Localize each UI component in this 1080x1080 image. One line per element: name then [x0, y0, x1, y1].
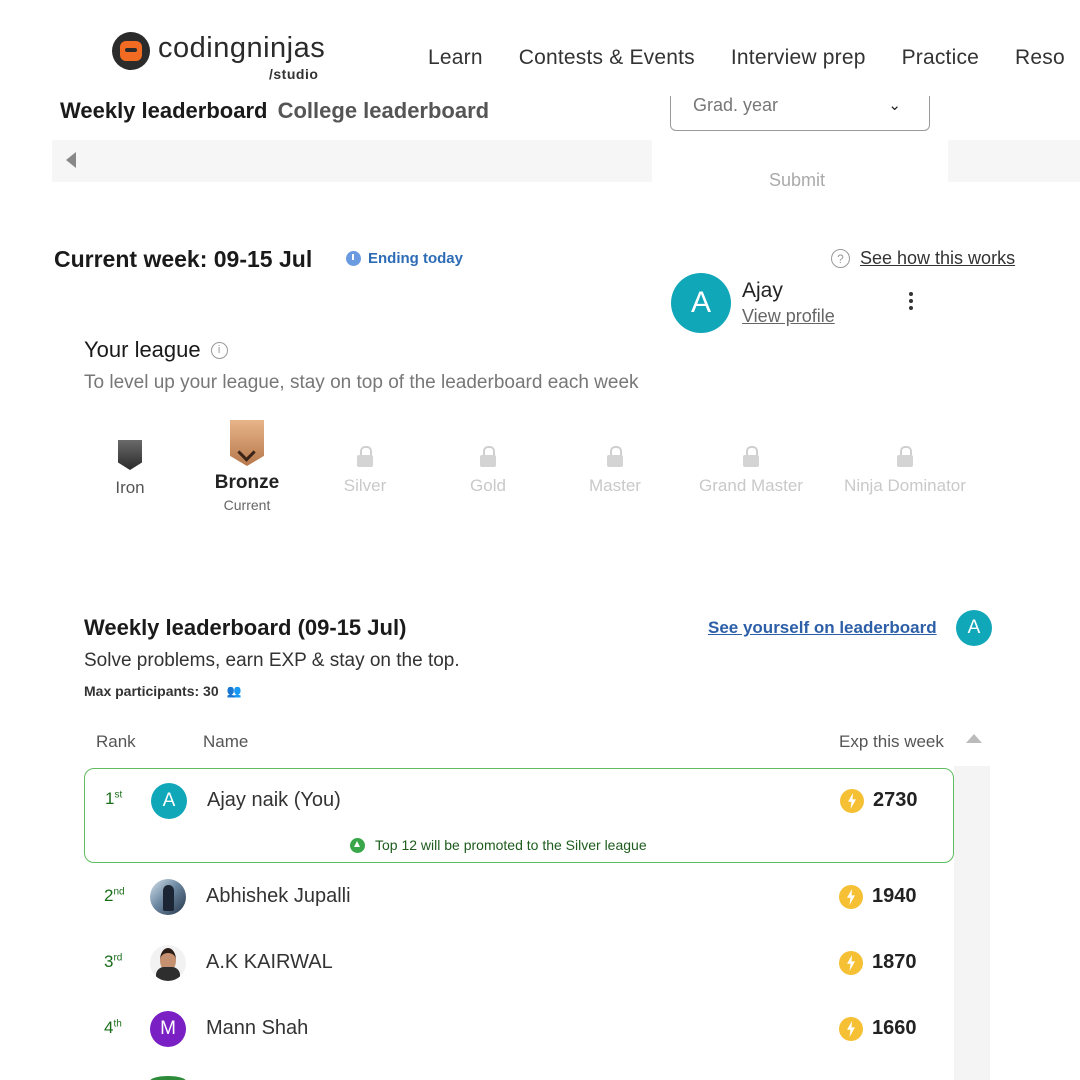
leaderboard-tabs: Weekly leaderboard College leaderboard	[60, 98, 489, 124]
rank-cell: 4th	[104, 1018, 122, 1037]
chevron-down-icon: ⌄	[888, 97, 901, 114]
table-row[interactable]: 4th M Mann Shah 1660	[84, 996, 954, 1062]
tier-label: Silver	[343, 476, 387, 495]
see-yourself-link[interactable]: See yourself on leaderboard	[708, 618, 937, 638]
avatar	[150, 879, 186, 915]
clock-icon	[346, 251, 361, 266]
tier-silver: Silver	[336, 446, 394, 496]
tier-bronze: Bronze Current	[206, 420, 288, 513]
exp-bolt-icon	[839, 951, 863, 975]
grad-year-placeholder: Grad. year	[693, 95, 779, 115]
lock-icon	[479, 446, 497, 468]
tier-current-badge: Current	[223, 497, 271, 513]
submit-button[interactable]: Submit	[769, 170, 825, 191]
table-row[interactable]: 2nd Abhishek Jupalli 1940	[84, 864, 954, 930]
your-league-heading: Your league i	[84, 337, 228, 363]
self-avatar[interactable]: A	[956, 610, 992, 646]
tier-label: Master	[589, 476, 641, 495]
tier-grand-master: Grand Master	[690, 446, 812, 496]
exp-cell: 1870	[872, 951, 917, 973]
help-circle-icon: ?	[831, 249, 850, 268]
exp-cell: 2730	[873, 789, 918, 811]
column-header-exp[interactable]: Exp this week	[839, 732, 944, 752]
nav-links: Learn Contests & Events Interview prep P…	[428, 46, 1080, 70]
ending-status: Ending today	[346, 250, 463, 267]
grad-year-select[interactable]: Grad. year ⌄	[670, 96, 930, 131]
more-options-icon[interactable]	[905, 292, 917, 314]
scroll-left-arrow-icon[interactable]	[66, 152, 76, 168]
ninja-logo-icon	[112, 32, 150, 70]
view-profile-link[interactable]: View profile	[742, 306, 835, 327]
lock-icon	[896, 446, 914, 468]
tab-college-leaderboard[interactable]: College leaderboard	[278, 98, 490, 123]
name-cell: A.K KAIRWAL	[206, 951, 333, 973]
your-league-title: Your league	[84, 337, 201, 362]
rank-cell: 3rd	[104, 952, 123, 971]
top-navbar: codingninjas /studio Learn Contests & Ev…	[0, 0, 1080, 92]
exp-bolt-icon	[839, 1017, 863, 1041]
league-subtitle: To level up your league, stay on top of …	[84, 372, 639, 393]
tab-scroller-right	[948, 140, 1080, 182]
nav-practice[interactable]: Practice	[902, 46, 979, 70]
promotion-note: Top 12 will be promoted to the Silver le…	[350, 837, 647, 853]
tier-gold: Gold	[462, 446, 514, 496]
promotion-note-text: Top 12 will be promoted to the Silver le…	[375, 837, 647, 853]
name-cell: Abhishek Jupalli	[206, 885, 351, 907]
sort-ascending-icon[interactable]	[966, 734, 982, 743]
nav-contests-events[interactable]: Contests & Events	[519, 46, 695, 70]
tier-iron: Iron	[106, 440, 154, 498]
tab-scroller	[52, 140, 652, 182]
tier-ninja-dominator: Ninja Dominator	[832, 446, 978, 496]
exp-bolt-icon	[839, 885, 863, 909]
nav-resources[interactable]: Reso	[1015, 46, 1065, 70]
column-header-rank: Rank	[96, 732, 136, 751]
column-header-name: Name	[203, 732, 249, 751]
name-cell: Mann Shah	[206, 1017, 309, 1039]
tier-label: Ninja Dominator	[844, 476, 966, 495]
weekly-leaderboard-subtitle: Solve problems, earn EXP & stay on the t…	[84, 650, 460, 671]
tier-label: Bronze	[214, 472, 280, 493]
weekly-leaderboard-title: Weekly leaderboard (09-15 Jul)	[84, 615, 407, 640]
rank-cell: 2nd	[104, 886, 125, 905]
nav-interview-prep[interactable]: Interview prep	[731, 46, 866, 70]
lock-icon	[356, 446, 374, 468]
arrow-up-circle-icon	[350, 837, 365, 853]
bronze-shield-icon	[230, 420, 264, 466]
max-participants-text: Max participants: 30	[84, 683, 219, 699]
ending-status-text: Ending today	[368, 250, 463, 267]
next-row-avatar-peek	[150, 1076, 186, 1080]
profile-name: Ajay	[742, 279, 783, 302]
codingninjas-logo[interactable]: codingninjas /studio	[112, 32, 326, 82]
people-icon: 👥	[226, 684, 242, 698]
iron-shield-icon	[118, 440, 142, 470]
lock-icon	[606, 446, 624, 468]
tier-label: Gold	[470, 476, 506, 495]
exp-cell: 1660	[872, 1017, 917, 1039]
table-row-self[interactable]: 1st A Ajay naik (You) 2730 Top 12 will b…	[84, 768, 954, 863]
logo-studio-label: /studio	[269, 66, 319, 82]
avatar: M	[150, 1011, 186, 1047]
how-it-works-text[interactable]: See how this works	[860, 248, 1015, 269]
tab-weekly-leaderboard[interactable]: Weekly leaderboard	[60, 98, 267, 123]
how-it-works-link[interactable]: ? See how this works	[831, 248, 1015, 269]
tier-master: Master	[580, 446, 650, 496]
exp-bolt-icon	[840, 789, 864, 813]
avatar: A	[151, 783, 187, 819]
table-row[interactable]: 3rd A.K KAIRWAL 1870	[84, 930, 954, 996]
current-week-title: Current week: 09-15 Jul	[54, 246, 313, 272]
tier-label: Iron	[115, 478, 145, 497]
profile-avatar[interactable]: A	[671, 273, 731, 333]
max-participants: Max participants: 30 👥	[84, 683, 242, 699]
logo-wordmark: codingninjas	[158, 32, 326, 64]
nav-learn[interactable]: Learn	[428, 46, 483, 70]
name-cell: Ajay naik (You)	[207, 789, 341, 811]
exp-cell: 1940	[872, 885, 917, 907]
tier-label: Grand Master	[699, 476, 803, 495]
lock-icon	[742, 446, 760, 468]
info-icon[interactable]: i	[210, 341, 228, 359]
avatar	[150, 945, 186, 981]
rank-cell: 1st	[105, 789, 123, 808]
